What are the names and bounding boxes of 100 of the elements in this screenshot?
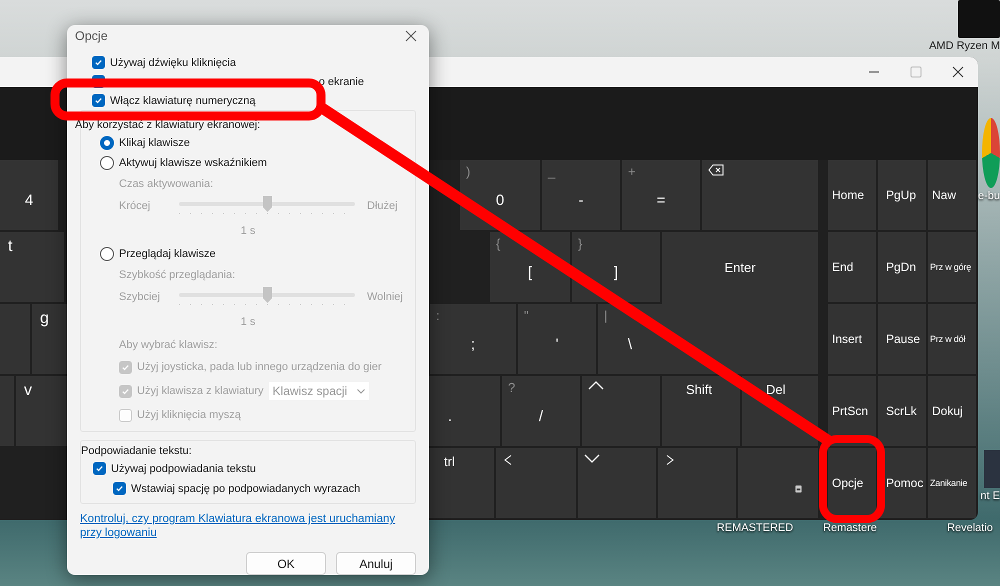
radio-label: Aktywuj klawisze wskaźnikiem [119, 157, 267, 169]
keyboard-key[interactable]: Insert [828, 304, 876, 374]
shift-symbol: } [578, 236, 582, 251]
key-label: = [656, 192, 666, 208]
maximize-icon[interactable] [910, 66, 922, 78]
shift-symbol: : [436, 308, 440, 323]
key-label: . [448, 408, 452, 424]
radio-button[interactable] [100, 136, 114, 150]
slider-max-label: Dłużej [367, 200, 398, 212]
checkmark-icon [121, 386, 130, 396]
photo-placeholder [984, 450, 1000, 488]
shift-symbol: _ [548, 164, 556, 179]
keyboard-key[interactable]: Prz w górę [928, 232, 976, 302]
checkbox-label: Użyj kliknięcia myszą [137, 409, 241, 421]
slider-caption: Czas aktywowania: [118, 177, 214, 192]
keyboard-key[interactable]: + = [622, 160, 700, 230]
shift-symbol: ? [508, 380, 516, 395]
chevron-icon [588, 380, 604, 392]
arrow-key[interactable] [582, 376, 660, 446]
desktop-icon-label[interactable]: AMD Ryzen M [929, 40, 1000, 52]
shift-symbol: { [496, 236, 500, 251]
keyboard-key[interactable]: Shift [662, 376, 740, 446]
radio-button[interactable] [100, 156, 114, 170]
key-label: ; [470, 336, 476, 352]
checkbox-label: Wstawiaj spację po podpowiadanych wyrazach [131, 482, 360, 494]
keyboard-key[interactable]: Zanikanie [928, 448, 976, 518]
keyboard-key[interactable]: 4 [0, 160, 58, 230]
chevron-icon [664, 452, 676, 468]
shift-symbol: | [604, 308, 608, 323]
arrow-key[interactable] [496, 448, 576, 518]
shift-symbol: ) [466, 164, 470, 179]
arrow-key[interactable] [578, 448, 656, 518]
radio-button[interactable] [100, 247, 114, 261]
shift-symbol: " [524, 308, 529, 323]
startup-settings-link[interactable]: Kontroluj, czy program Klawiatura ekranowa jest uruchamiany przy logowaniu [80, 512, 416, 540]
slider-reading: 1 s [240, 314, 256, 330]
keyboard-key[interactable]: ? / [502, 376, 580, 446]
checkbox[interactable] [113, 482, 126, 495]
key-label: / [538, 408, 544, 424]
key-label: 4 [24, 192, 34, 208]
keyboard-key[interactable]: _ - [542, 160, 620, 230]
key-label: ] [614, 264, 618, 280]
desktop-icon-label[interactable]: nt E [980, 490, 1000, 502]
keyboard-key[interactable]: t [0, 232, 64, 302]
checkmark-icon [95, 464, 104, 473]
keyboard-key[interactable]: PgDn [878, 232, 926, 302]
key-label: ' [556, 336, 558, 352]
chevron-icon [502, 452, 514, 468]
checkbox[interactable] [93, 462, 106, 475]
keyboard-key[interactable]: ScrLk [878, 376, 926, 446]
slider-min-label: Szybciej [119, 291, 161, 303]
checkbox-label: Włącz klawiaturę numeryczną [110, 94, 256, 106]
checkbox-label: Użyj joysticka, pada lub innego urządzenia do gier [137, 361, 382, 373]
cancel-button[interactable]: Anuluj [336, 552, 416, 575]
radio-label: Przeglądaj klawisze [119, 248, 216, 260]
key-label: - [578, 192, 584, 208]
close-icon[interactable] [952, 66, 964, 78]
desktop-icon-label[interactable]: Remastere [823, 522, 877, 534]
slider-track[interactable] [177, 287, 357, 307]
slider-track[interactable] [177, 196, 357, 216]
keyboard-key[interactable]: } ] [572, 232, 660, 302]
arrow-key[interactable] [658, 448, 736, 518]
keyboard-key[interactable]: Naw [928, 160, 976, 230]
desktop-icon-label[interactable]: Revelatio [947, 522, 993, 534]
keyboard-key[interactable]: Pause [878, 304, 926, 374]
key-label: [ [528, 264, 532, 280]
checkmark-icon [115, 484, 124, 493]
keyboard-key[interactable]: Opcje [828, 448, 876, 518]
backspace-key[interactable] [702, 160, 818, 230]
shift-symbol: + [628, 164, 636, 179]
menu-icon [794, 485, 802, 493]
checkbox[interactable] [92, 56, 105, 69]
keyboard-key[interactable]: Prz w dół [928, 304, 976, 374]
slider-reading: 1 s [240, 224, 256, 238]
checkbox-label: Użyj klawisza z klawiatury [137, 385, 264, 397]
menu-key[interactable] [738, 448, 818, 518]
slider-caption: Szybkość przeglądania: [118, 268, 236, 283]
keyboard-key[interactable]: : ; [430, 304, 516, 374]
keyboard-key[interactable]: " ' [518, 304, 596, 374]
backspace-icon [708, 164, 724, 176]
keyboard-key[interactable]: PgUp [878, 160, 926, 230]
slider-max-label: Wolniej [367, 291, 403, 303]
section-caption: Aby wybrać klawisz: [118, 338, 218, 353]
enter-key[interactable]: Enter [662, 232, 818, 374]
dialog-title: Opcje [75, 29, 108, 43]
desktop-icon-label[interactable]: REMASTERED [716, 522, 794, 534]
checkbox[interactable] [92, 94, 105, 107]
close-icon[interactable] [405, 30, 417, 42]
keyboard-key[interactable]: Home [828, 160, 876, 230]
ok-button[interactable]: OK [246, 552, 326, 575]
chevron-icon [356, 388, 365, 394]
radio-label: Klikaj klawisze [119, 137, 190, 149]
checkbox-label: Używaj podpowiadania tekstu [111, 462, 256, 474]
keyboard-key[interactable]: Dokuj [928, 376, 976, 446]
keyboard-key[interactable]: End [828, 232, 876, 302]
slider-min-label: Krócej [119, 200, 152, 212]
group-title: Podpowiadanie tekstu: [81, 444, 193, 459]
checkmark-icon [121, 362, 130, 372]
checkmark-icon [94, 96, 103, 105]
key-label: 0 [496, 192, 504, 208]
